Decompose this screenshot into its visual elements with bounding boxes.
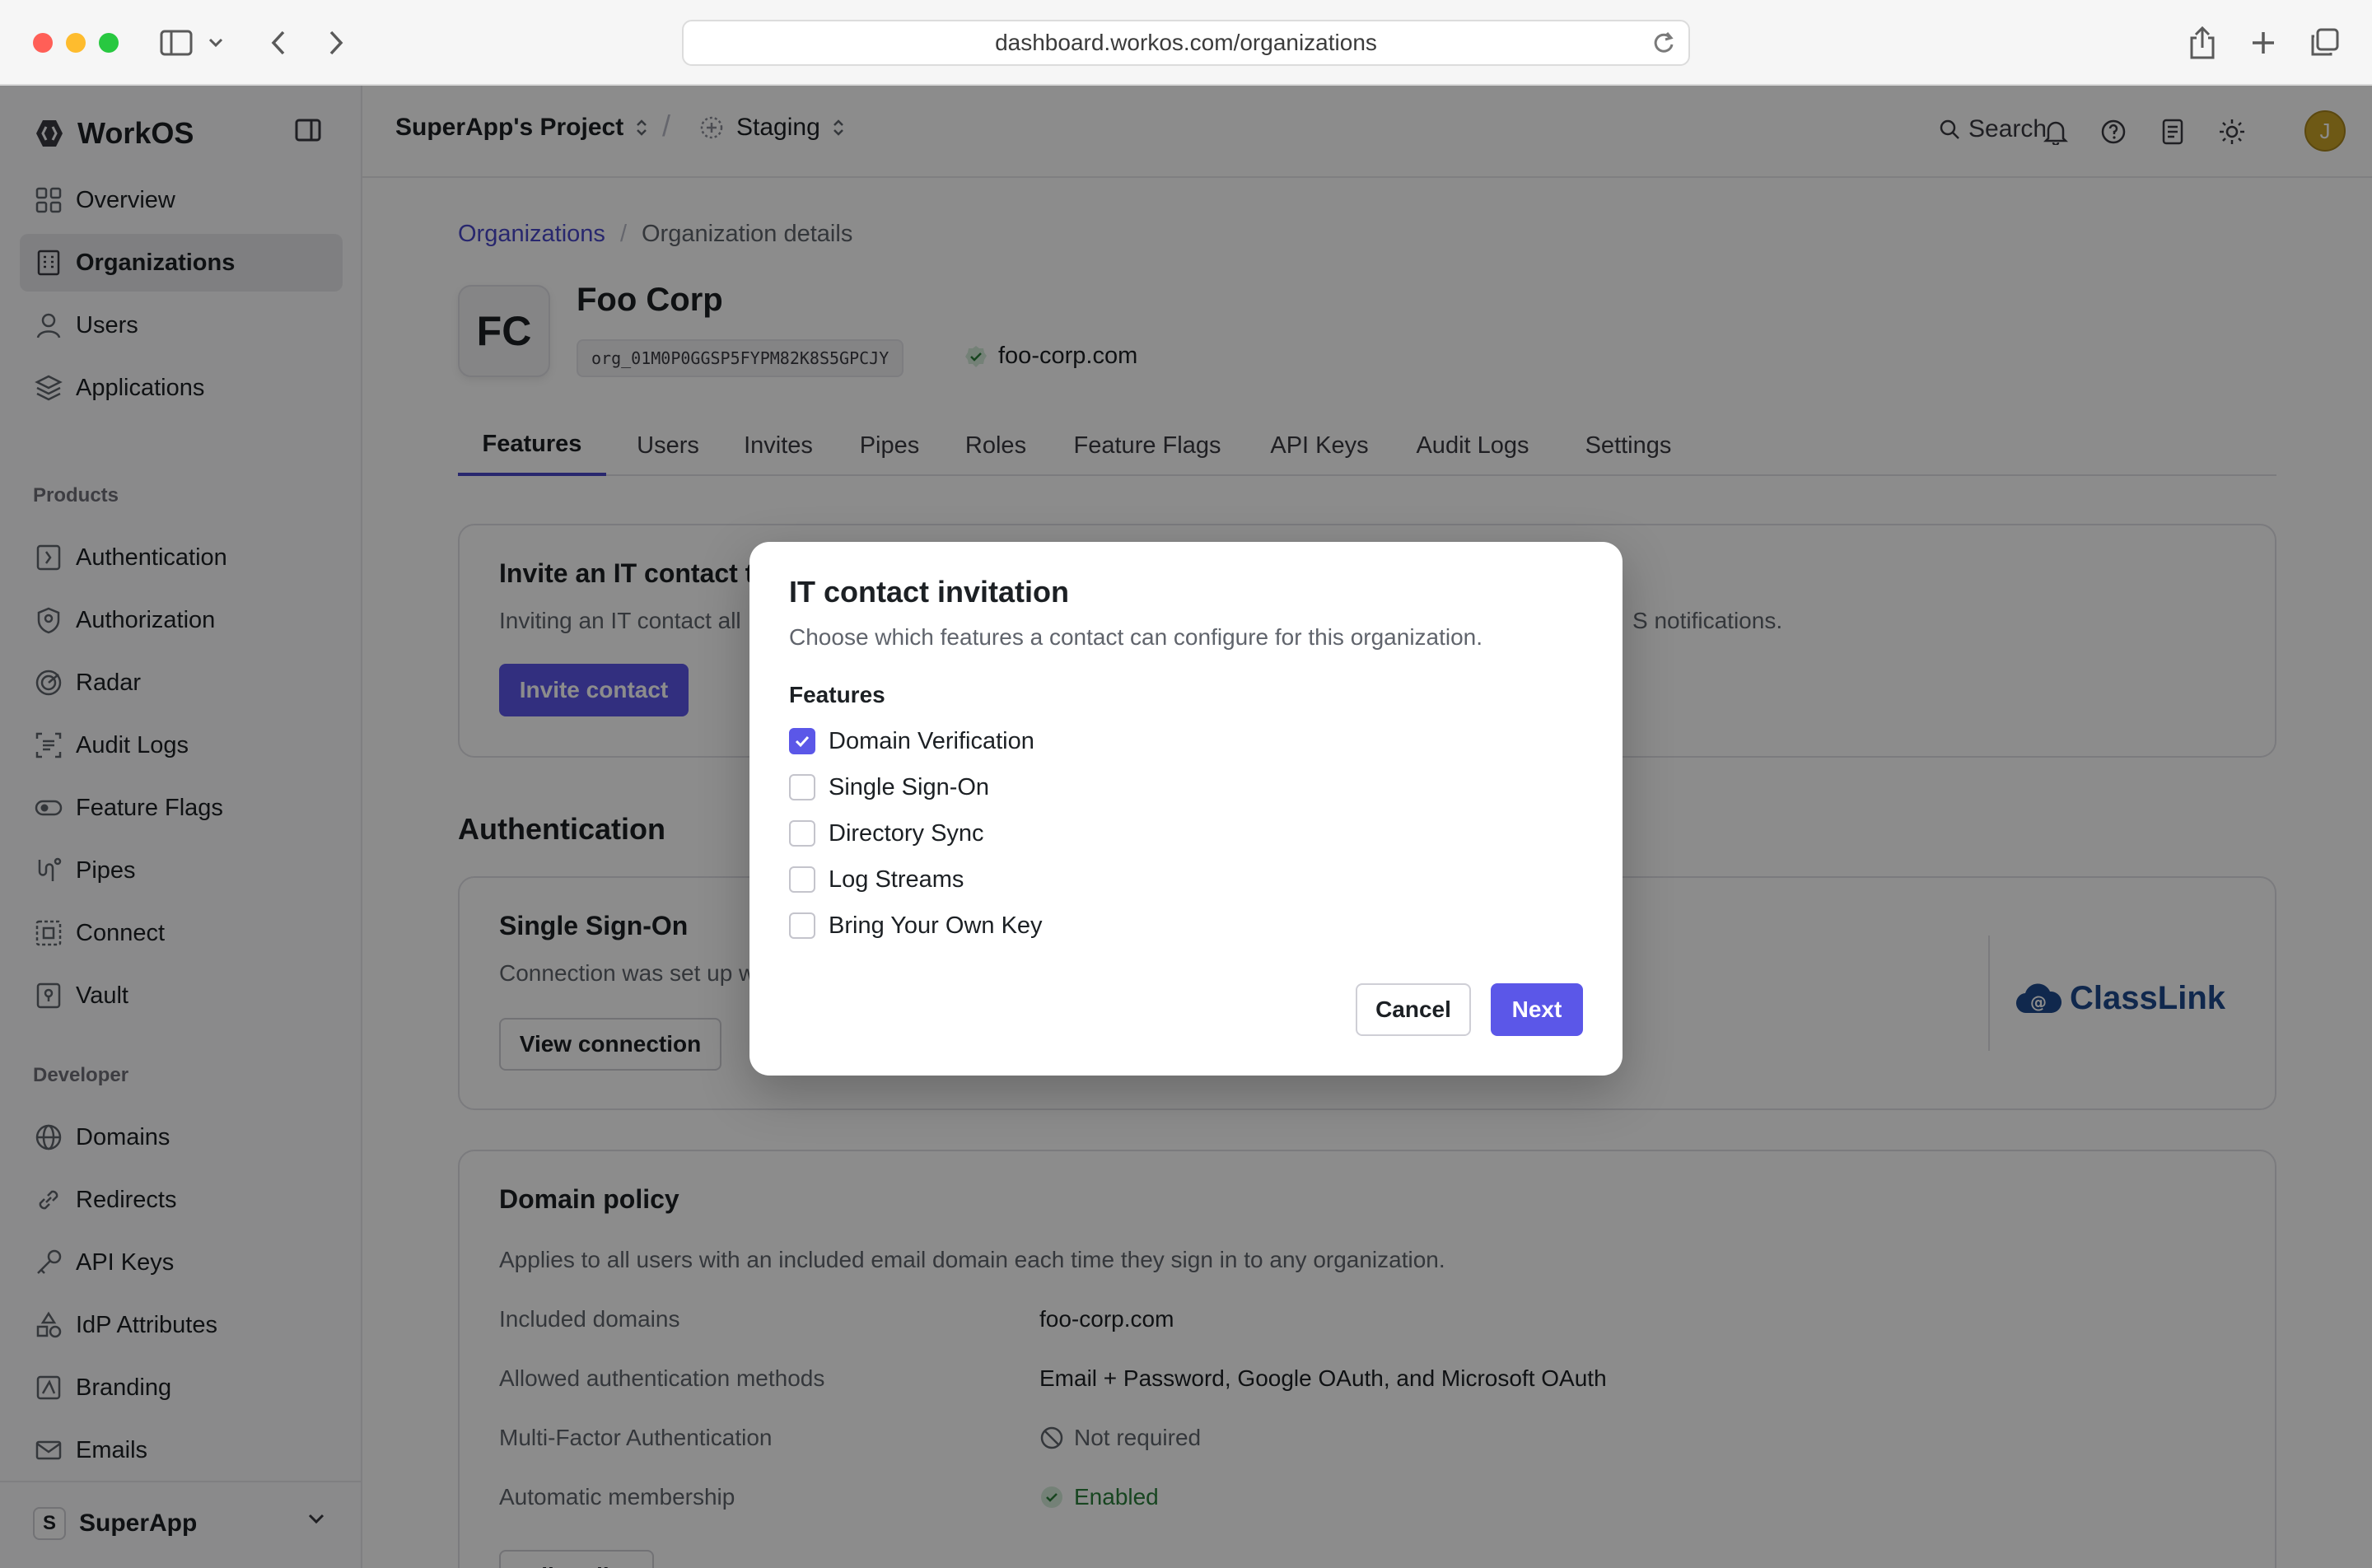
- reload-icon[interactable]: [1651, 30, 1677, 62]
- it-contact-invitation-dialog: IT contact invitation Choose which featu…: [749, 542, 1623, 1076]
- new-tab-icon[interactable]: [2245, 25, 2281, 61]
- option-single-sign-on[interactable]: Single Sign-On: [789, 771, 989, 804]
- back-arrow-icon[interactable]: [260, 25, 296, 61]
- tab-overview-icon[interactable]: [2306, 25, 2342, 61]
- checkbox-checked[interactable]: [789, 728, 815, 754]
- option-label: Directory Sync: [829, 819, 984, 847]
- url-text: dashboard.workos.com/organizations: [995, 30, 1377, 55]
- window-close-button[interactable]: [33, 33, 53, 53]
- cancel-button[interactable]: Cancel: [1356, 983, 1471, 1036]
- share-icon[interactable]: [2184, 25, 2220, 61]
- option-label: Domain Verification: [829, 727, 1034, 754]
- checkbox[interactable]: [789, 866, 815, 893]
- option-bring-your-own-key[interactable]: Bring Your Own Key: [789, 909, 1043, 942]
- option-label: Single Sign-On: [829, 773, 990, 800]
- dialog-description: Choose which features a contact can conf…: [789, 624, 1483, 650]
- checkbox[interactable]: [789, 912, 815, 939]
- browser-toolbar: dashboard.workos.com/organizations: [0, 0, 2372, 86]
- option-label: Bring Your Own Key: [829, 912, 1043, 939]
- browser-sidebar-icon[interactable]: [158, 25, 194, 61]
- window-zoom-button[interactable]: [99, 33, 119, 53]
- features-label: Features: [789, 682, 885, 707]
- option-label: Log Streams: [829, 866, 964, 893]
- check-icon: [795, 735, 810, 748]
- dialog-title: IT contact invitation: [789, 575, 1070, 609]
- option-directory-sync[interactable]: Directory Sync: [789, 817, 984, 850]
- forward-arrow-icon[interactable]: [318, 25, 354, 61]
- chevron-down-icon[interactable]: [206, 25, 226, 61]
- option-domain-verification[interactable]: Domain Verification: [789, 725, 1034, 758]
- window-minimize-button[interactable]: [66, 33, 86, 53]
- option-log-streams[interactable]: Log Streams: [789, 863, 964, 896]
- checkbox[interactable]: [789, 820, 815, 847]
- next-button[interactable]: Next: [1491, 983, 1583, 1036]
- address-bar[interactable]: dashboard.workos.com/organizations: [682, 20, 1690, 66]
- checkbox[interactable]: [789, 774, 815, 800]
